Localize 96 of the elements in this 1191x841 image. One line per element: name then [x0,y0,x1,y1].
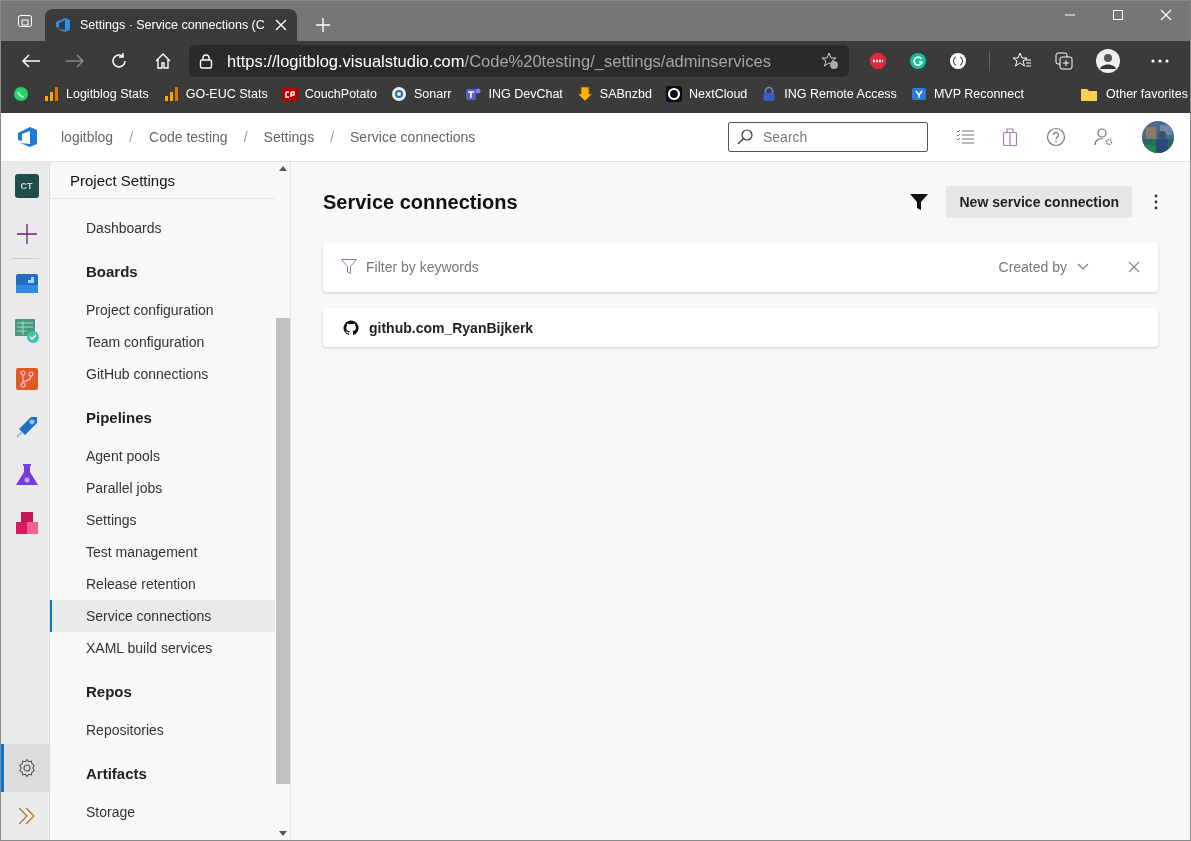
tab-actions-icon[interactable] [17,13,33,29]
square-icon [910,86,927,102]
forward-icon[interactable] [65,53,85,69]
flask-icon[interactable] [14,463,39,487]
checklist-icon[interactable] [956,129,974,145]
team-icon [465,86,482,102]
bookmark[interactable]: ING DevChat [465,86,563,102]
section-heading: Repos [85,681,133,702]
stop-sign-icon[interactable] [869,52,887,70]
settings-icon[interactable] [16,758,37,778]
devops-logo-icon[interactable] [17,126,39,148]
project-avatar[interactable]: CT [14,174,39,198]
boxes-icon[interactable] [14,511,39,535]
scroll-up-icon[interactable] [278,166,287,171]
section-heading: Boards [85,261,139,282]
g-circle-icon[interactable] [909,52,927,70]
braces-circle-icon[interactable] [949,52,967,70]
back-icon[interactable] [21,53,41,69]
filter-field[interactable]: Filter by keywords [366,259,990,275]
bookmark[interactable]: Logitblog Stats [43,86,149,102]
folder-icon [1080,86,1098,102]
breadcrumb-separator: / [330,129,335,145]
search-icon [737,129,753,145]
address-bar[interactable]: https://logitblog.visualstudio.com/Code%20testing/_settings/adminservices [189,45,849,77]
bookmark[interactable]: CouchPotato [281,86,377,102]
down-arrow-icon [576,86,593,102]
rocket-icon[interactable] [14,415,39,439]
nav-item[interactable]: GitHub connections [50,358,275,390]
home-icon[interactable] [154,52,172,70]
breadcrumb-link[interactable]: logitblog [61,129,114,145]
bar-chart-icon [162,86,179,102]
bar-chart-icon [43,86,59,102]
nav-item[interactable]: Dashboards [50,212,275,244]
breadcrumb-link[interactable]: Service connections [350,129,476,145]
bookmark[interactable]: NextCloud [665,86,748,102]
ring-icon [390,86,407,102]
more-icon[interactable] [1150,58,1170,64]
section-heading: Pipelines [85,407,153,428]
nav-item[interactable]: Project configuration [50,294,275,326]
collections-icon[interactable] [1054,51,1074,71]
devops-logo-icon [55,17,71,33]
bookmark[interactable]: Sonarr [390,86,452,102]
maximize-icon[interactable] [1112,9,1124,21]
badge-icon [281,86,298,102]
browser-tab[interactable]: Settings · Service connections (C [45,9,297,41]
expand-icon[interactable] [16,807,37,825]
nav-item[interactable]: Repositories [50,714,275,746]
other-favorites-folder[interactable]: Other favorites [1080,86,1188,102]
chevron-down-icon [1077,263,1089,271]
chat-bubble-icon[interactable] [13,86,29,102]
nav-item[interactable]: Release retention [50,568,275,600]
nav-item[interactable]: Settings [50,504,275,536]
nav-item[interactable]: Service connections [50,600,275,632]
bookmark[interactable]: SABnzbd [576,86,652,102]
boards-icon[interactable] [14,271,39,295]
branch-icon[interactable] [14,367,39,391]
filter-icon [341,259,357,275]
more-icon[interactable] [1154,194,1158,210]
breadcrumb-separator: / [243,129,248,145]
nav-item[interactable]: Agent pools [50,440,275,472]
filter-icon[interactable] [910,194,929,210]
bookmark[interactable]: MVP Reconnect [910,86,1024,102]
bookmark[interactable]: ING Remote Access [761,86,897,102]
section-heading: Artifacts [85,763,148,784]
lock-icon [761,86,778,102]
panel-title: Project Settings [50,162,275,199]
nav-item[interactable]: Parallel jobs [50,472,275,504]
page-title: Service connections [323,190,519,214]
scrollbar-thumb[interactable] [275,318,290,784]
test-board-icon[interactable] [13,318,40,344]
lock-icon [199,53,213,69]
nav-item[interactable]: Team configuration [50,326,275,358]
shopping-bag-icon[interactable] [1002,127,1018,147]
favorites-icon[interactable] [1012,52,1032,70]
help-icon[interactable] [1046,127,1066,147]
nav-item[interactable]: Test management [50,536,275,568]
github-octocat-icon [343,319,359,336]
new-service-connection-button[interactable]: New service connection [946,186,1132,218]
circle-icon [665,86,682,102]
plus-icon[interactable] [15,223,38,245]
breadcrumb-link[interactable]: Code testing [149,129,228,145]
breadcrumb-separator: / [129,129,134,145]
scroll-down-icon[interactable] [278,831,287,836]
user-settings-icon[interactable] [1094,127,1114,147]
connection-name: github.com_RyanBijkerk [369,319,534,336]
refresh-icon[interactable] [110,52,128,70]
profile-icon[interactable] [1096,49,1120,73]
bookmark[interactable]: GO-EUC Stats [162,86,268,102]
breadcrumb-link[interactable]: Settings [263,129,315,145]
connection-card[interactable]: github.com_RyanBijkerk [323,308,1158,347]
nav-item[interactable]: Storage [50,796,275,828]
nav-item[interactable]: XAML build services [50,632,275,664]
add-favorite-icon[interactable] [821,52,839,70]
created-by-dropdown[interactable]: Created by [998,259,1089,275]
new-tab-icon[interactable] [315,17,331,33]
search-field[interactable]: Search [728,122,928,152]
